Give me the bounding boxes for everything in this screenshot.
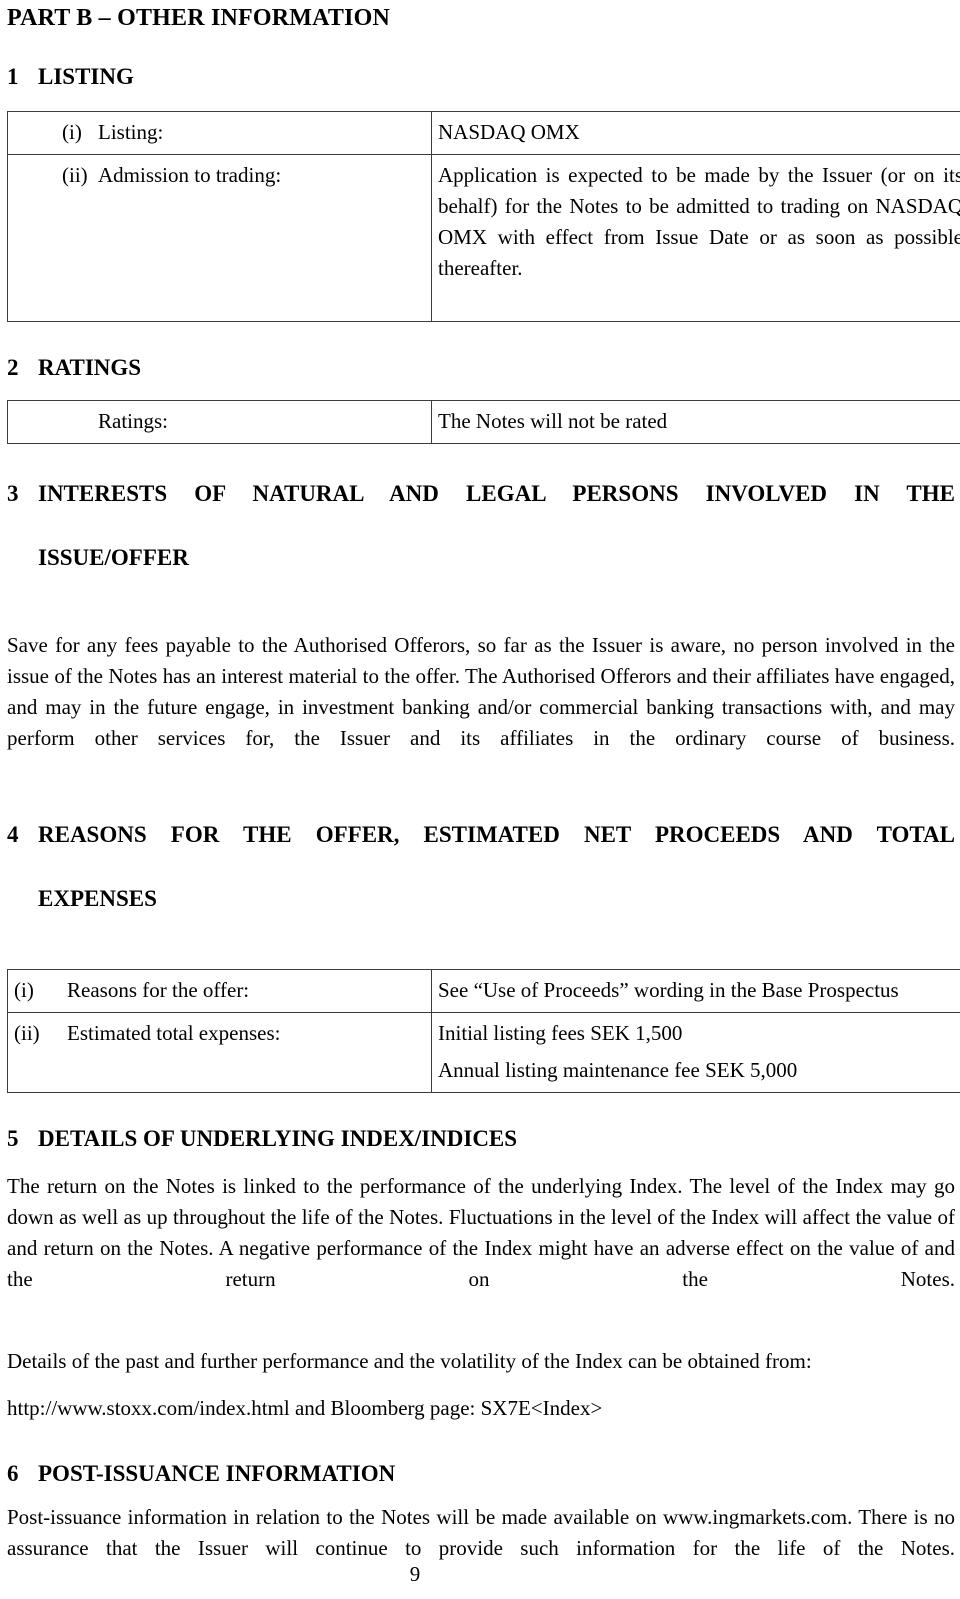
section-title-5: DETAILS OF UNDERLYING INDEX/INDICES	[38, 1126, 518, 1152]
table-row: (ii) Estimated total expenses: Initial li…	[7, 1012, 960, 1094]
ratings-label-cell: Ratings:	[7, 400, 432, 445]
section-title-3-line2: ISSUE/OFFER	[38, 545, 189, 571]
section-3-paragraph-1: Save for any fees payable to the Authori…	[7, 633, 955, 751]
section-title-4-line2: EXPENSES	[38, 886, 157, 912]
row-roman: (ii)	[62, 163, 88, 188]
listing-label-cell: (i) Listing:	[7, 111, 432, 156]
section-title-4-line1: REASONS FOR THE OFFER, ESTIMATED NET PRO…	[38, 822, 955, 848]
reasons-expenses-table: (i) Reasons for the offer: See “Use of Pr…	[7, 969, 960, 1094]
row-value: See “Use of Proceeds” wording in the Bas…	[438, 978, 899, 1003]
section-5-paragraph-1: The return on the Notes is linked to the…	[7, 1174, 955, 1292]
table-row: Ratings: The Notes will not be rated	[7, 400, 960, 445]
section-heading-4: 4 REASONS FOR THE OFFER, ESTIMATED NET P…	[7, 819, 955, 947]
section-number-5: 5	[7, 1126, 19, 1152]
admission-label-cell: (ii) Admission to trading:	[7, 154, 432, 323]
section-number-6: 6	[7, 1461, 19, 1487]
section-heading-3: 3 INTERESTS OF NATURAL AND LEGAL PERSONS…	[7, 478, 955, 606]
section-title-3-line1: INTERESTS OF NATURAL AND LEGAL PERSONS I…	[38, 481, 955, 507]
row-roman: (ii)	[14, 1021, 40, 1046]
section-heading-2: 2 RATINGS	[7, 352, 955, 384]
page-content: PART B – OTHER INFORMATION 1 LISTING (i)…	[7, 0, 960, 1595]
ratings-table: Ratings: The Notes will not be rated	[7, 400, 960, 445]
section-5-index-sources: http://www.stoxx.com/index.html and Bloo…	[7, 1396, 603, 1421]
section-heading-6: 6 POST-ISSUANCE INFORMATION	[7, 1458, 955, 1490]
listing-table: (i) Listing: NASDAQ OMX (ii) Admission to …	[7, 111, 960, 323]
reasons-value-cell: See “Use of Proceeds” wording in the Bas…	[431, 969, 960, 1014]
section-5-paragraph-2: Details of the past and further performa…	[7, 1349, 812, 1374]
row-value: The Notes will not be rated	[438, 409, 668, 434]
section-number-2: 2	[7, 355, 19, 381]
table-row: (ii) Admission to trading: Application is…	[7, 154, 960, 323]
section-number-3: 3	[7, 481, 19, 507]
expenses-label-cell: (ii) Estimated total expenses:	[7, 1012, 432, 1094]
row-label: Ratings:	[98, 409, 169, 434]
section-title-6: POST-ISSUANCE INFORMATION	[38, 1461, 396, 1487]
table-row: (i) Reasons for the offer: See “Use of Pr…	[7, 969, 960, 1014]
row-value: NASDAQ OMX	[438, 120, 580, 145]
row-label: Reasons for the offer:	[67, 978, 250, 1003]
section-title-1: LISTING	[38, 64, 134, 90]
section-heading-5: 5 DETAILS OF UNDERLYING INDEX/INDICES	[7, 1123, 955, 1155]
section-number-4: 4	[7, 822, 19, 848]
section-title-2: RATINGS	[38, 355, 142, 381]
row-label: Estimated total expenses:	[67, 1021, 281, 1046]
section-heading-1: 1 LISTING	[7, 61, 955, 93]
expenses-value-cell: Initial listing fees SEK 1,500 Annual li…	[431, 1012, 960, 1094]
section-number-1: 1	[7, 64, 19, 90]
row-roman: (i)	[62, 120, 82, 145]
row-value-line: Initial listing fees SEK 1,500	[438, 1021, 683, 1046]
listing-value-cell: NASDAQ OMX	[431, 111, 960, 156]
admission-value-cell: Application is expected to be made by th…	[431, 154, 960, 323]
page-number: 9	[409, 1562, 421, 1586]
part-title: PART B – OTHER INFORMATION	[7, 5, 391, 31]
row-roman: (i)	[14, 978, 34, 1003]
reasons-label-cell: (i) Reasons for the offer:	[7, 969, 432, 1014]
ratings-value-cell: The Notes will not be rated	[431, 400, 960, 445]
row-label: Listing:	[98, 120, 164, 145]
row-value: Application is expected to be made by th…	[438, 163, 960, 281]
table-row: (i) Listing: NASDAQ OMX	[7, 111, 960, 156]
row-label: Admission to trading:	[98, 163, 282, 188]
document-page: PART B – OTHER INFORMATION 1 LISTING (i)…	[0, 0, 960, 1599]
row-value-line: Annual listing maintenance fee SEK 5,000	[438, 1058, 798, 1083]
page-footer: 9	[0, 1560, 830, 1588]
